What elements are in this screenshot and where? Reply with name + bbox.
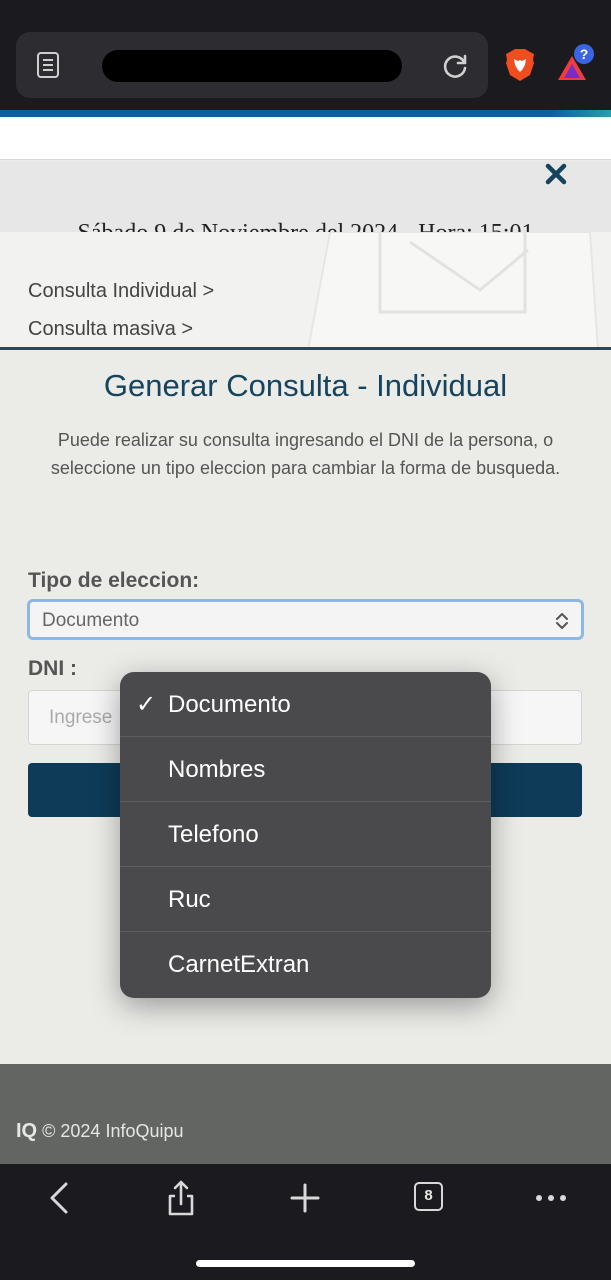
url-text-redacted[interactable] <box>102 50 402 82</box>
footer-logo: IQ <box>16 1120 38 1142</box>
tabs-count-button[interactable]: 8 <box>414 1182 443 1211</box>
more-menu-icon[interactable] <box>533 1180 569 1216</box>
chevron-up-down-icon <box>556 613 568 629</box>
dni-label: DNI : <box>28 657 77 680</box>
dropdown-option-telefono[interactable]: Telefono <box>120 802 491 867</box>
new-tab-icon[interactable] <box>287 1180 323 1216</box>
home-indicator[interactable] <box>196 1260 415 1267</box>
dropdown-option-documento[interactable]: ✓ Documento <box>120 672 491 737</box>
page-footer: IQ © 2024 InfoQuipu <box>0 1064 611 1164</box>
envelope-watermark-icon <box>307 232 599 347</box>
web-page: Sábado 9 de Noviembre del 2024 - Hora: 1… <box>0 110 611 1164</box>
dni-placeholder: Ingrese <box>49 707 113 728</box>
tipo-eleccion-label: Tipo de eleccion: <box>28 569 200 592</box>
dropdown-option-carnetextran[interactable]: CarnetExtran <box>120 932 491 997</box>
browser-top-bar: ? <box>0 0 611 110</box>
header-strip <box>0 117 611 160</box>
modal-header: Sábado 9 de Noviembre del 2024 - Hora: 1… <box>0 161 611 233</box>
checkmark-icon: ✓ <box>136 691 157 718</box>
reload-icon[interactable] <box>440 51 470 81</box>
brave-shields-icon[interactable] <box>504 48 536 82</box>
footer-copyright-text: © 2024 InfoQuipu <box>42 1121 184 1141</box>
tipo-eleccion-value: Documento <box>42 610 140 631</box>
share-icon[interactable] <box>163 1180 199 1216</box>
footer-copyright: IQ © 2024 InfoQuipu <box>16 1120 184 1143</box>
dropdown-option-nombres[interactable]: Nombres <box>120 737 491 802</box>
tipo-eleccion-select[interactable]: Documento <box>27 599 584 640</box>
address-bar[interactable] <box>16 32 488 98</box>
header-accent-bar <box>0 110 611 117</box>
dropdown-option-label: Documento <box>168 691 291 718</box>
rewards-badge: ? <box>580 46 589 62</box>
dropdown-option-label: Nombres <box>168 756 266 783</box>
dropdown-option-label: CarnetExtran <box>168 951 310 978</box>
brave-rewards-icon[interactable]: ? <box>556 44 598 84</box>
dropdown-option-label: Telefono <box>168 821 259 848</box>
reader-mode-icon[interactable] <box>36 52 60 78</box>
dropdown-option-ruc[interactable]: Ruc <box>120 867 491 932</box>
navigation-panel: Consulta Individual > Consulta masiva > <box>0 232 611 350</box>
tipo-eleccion-dropdown: ✓ Documento Nombres Telefono Ruc CarnetE… <box>120 672 491 998</box>
page-title: Generar Consulta - Individual <box>103 368 508 403</box>
dropdown-option-label: Ruc <box>168 886 211 913</box>
nav-consulta-individual[interactable]: Consulta Individual > <box>28 280 214 303</box>
back-icon[interactable] <box>42 1180 78 1216</box>
nav-consulta-masiva[interactable]: Consulta masiva > <box>28 318 193 341</box>
browser-bottom-toolbar: 8 <box>0 1164 611 1280</box>
close-icon[interactable] <box>545 163 567 185</box>
page-description: Puede realizar su consulta ingresando el… <box>50 430 561 478</box>
